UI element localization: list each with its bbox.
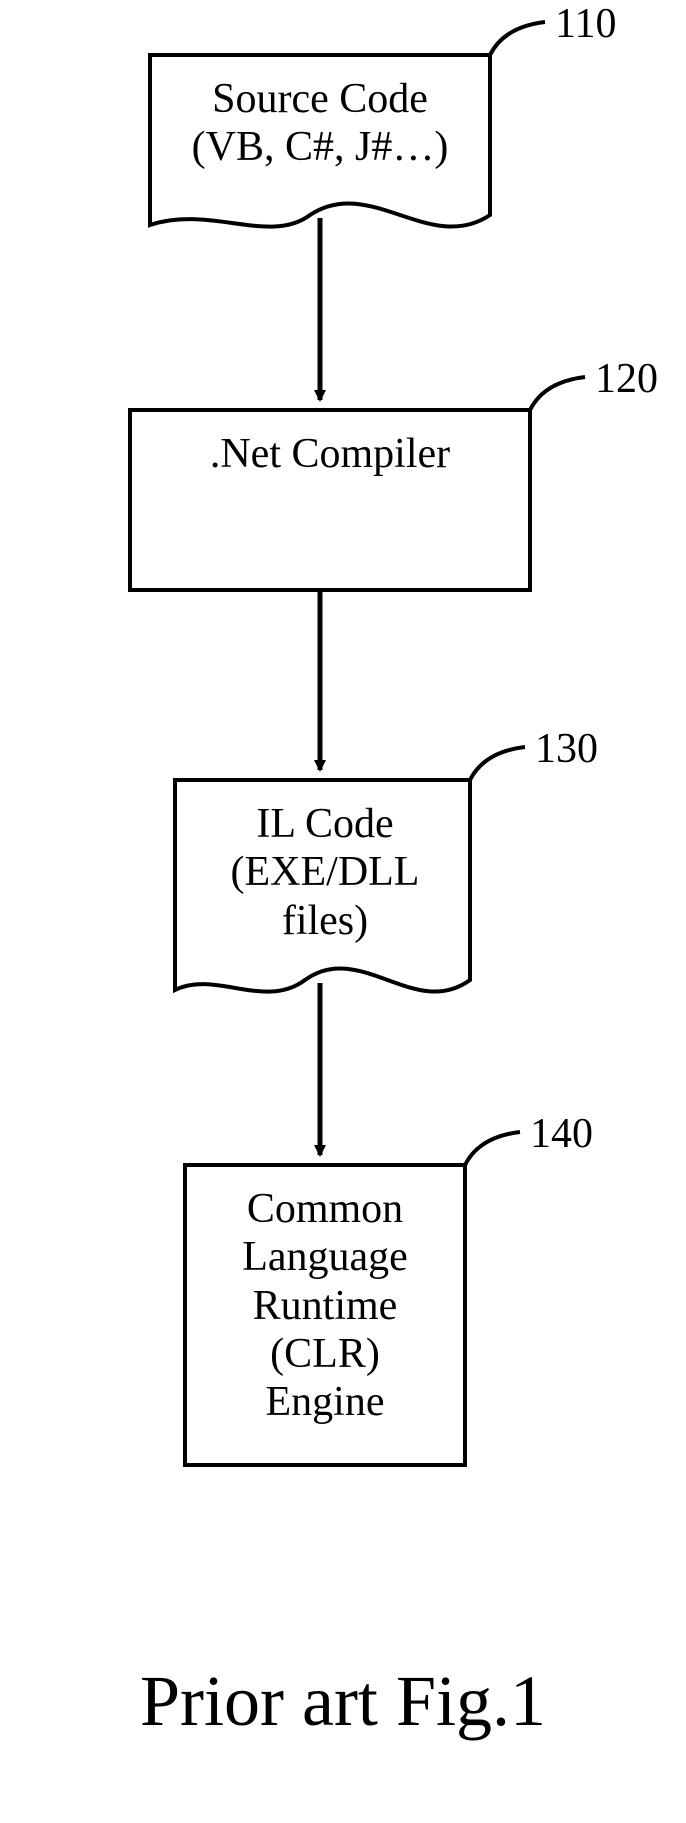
clr-engine-text: Common Language Runtime (CLR) Engine [155,1185,495,1426]
corner-mark-110 [490,22,545,55]
source-code-text: Source Code (VB, C#, J#…) [150,75,490,172]
corner-mark-140 [465,1132,520,1165]
corner-mark-120 [530,377,585,410]
diagram-canvas: 110 120 130 140 Source Code (VB, C#, J#…… [0,0,686,1823]
label-140: 140 [530,1110,593,1158]
label-120: 120 [595,355,658,403]
label-110: 110 [555,0,616,48]
net-compiler-text: .Net Compiler [160,430,500,478]
corner-mark-130 [470,747,525,780]
label-130: 130 [535,725,598,773]
il-code-text: IL Code (EXE/DLL files) [155,800,495,945]
figure-caption: Prior art Fig.1 [0,1660,686,1743]
